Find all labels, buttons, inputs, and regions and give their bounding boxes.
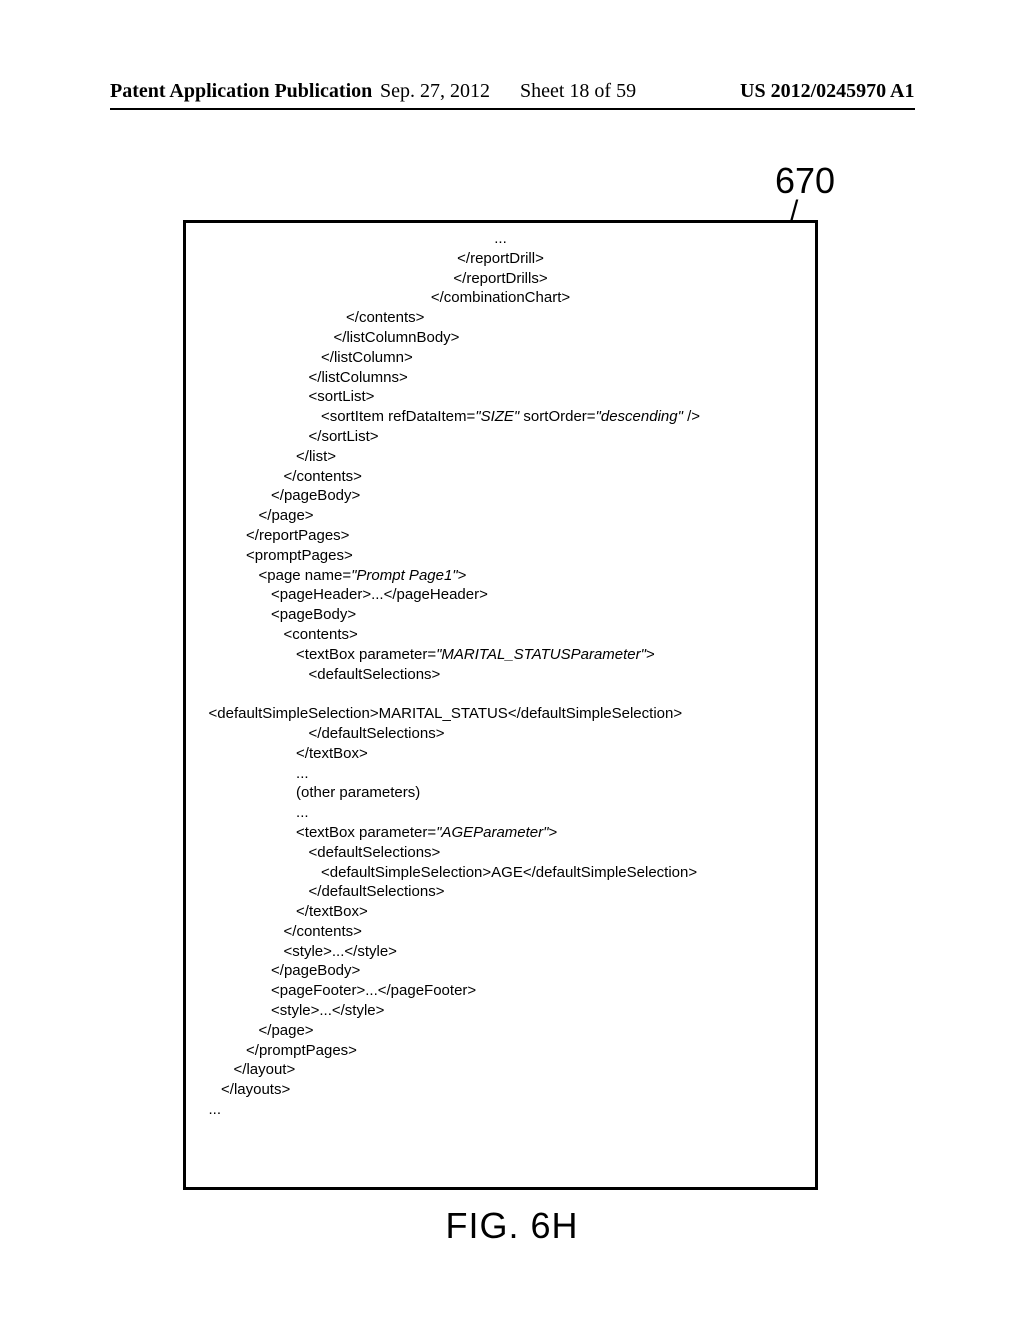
code-line: <defaultSimpleSelection>AGE</defaultSimp…: [321, 864, 697, 881]
header-date: Sep. 27, 2012: [380, 80, 490, 103]
code-line: </pageBody>: [271, 487, 360, 504]
code-line: <page name=: [259, 567, 352, 584]
code-line: <pageFooter>...</pageFooter>: [271, 982, 476, 999]
code-line: >: [646, 646, 655, 663]
code-line: </listColumns>: [309, 369, 408, 386]
code-line: </sortList>: [309, 428, 379, 445]
code-line: </layouts>: [221, 1081, 290, 1098]
code-line: />: [683, 408, 700, 425]
code-line: <pageBody>: [271, 606, 356, 623]
code-listing-box: ...</reportDrill></reportDrills></combin…: [183, 220, 818, 1190]
code-line: </page>: [259, 507, 314, 524]
code-line: </combinationChart>: [196, 288, 805, 308]
code-line: sortOrder=: [519, 408, 595, 425]
header-title: Patent Application Publication: [110, 80, 372, 103]
code-line: </layout>: [234, 1061, 296, 1078]
code-line: <textBox parameter=: [296, 646, 436, 663]
code-line: <defaultSimpleSelection>MARITAL_STATUS</…: [209, 705, 683, 722]
code-attr-value: "SIZE": [475, 408, 519, 425]
code-line: </reportDrills>: [196, 269, 805, 289]
code-line: </contents>: [284, 923, 362, 940]
code-line: ...: [209, 1101, 222, 1118]
code-attr-value: "Prompt Page1": [351, 567, 458, 584]
code-line: </textBox>: [296, 745, 368, 762]
code-line: </promptPages>: [246, 1042, 357, 1059]
code-line: (other parameters): [296, 784, 420, 801]
code-line: >: [548, 824, 557, 841]
code-line: <contents>: [284, 626, 358, 643]
code-line: </listColumn>: [321, 349, 413, 366]
code-line: <pageHeader>...</pageHeader>: [271, 586, 488, 603]
code-line: <defaultSelections>: [309, 666, 441, 683]
code-line: </pageBody>: [271, 962, 360, 979]
code-line: <sortItem refDataItem=: [321, 408, 475, 425]
code-line: ...: [196, 229, 805, 249]
code-line: </reportPages>: [246, 527, 349, 544]
code-line: </listColumnBody>: [334, 329, 460, 346]
code-line: <style>...</style>: [284, 943, 397, 960]
code-line: </contents>: [284, 468, 362, 485]
code-line: </defaultSelections>: [309, 883, 445, 900]
code-line: </list>: [296, 448, 336, 465]
figure-caption: FIG. 6H: [0, 1205, 1024, 1247]
code-listing: ...</reportDrill></reportDrills></combin…: [196, 229, 805, 1120]
code-attr-value: "AGEParameter": [436, 824, 548, 841]
code-line: </reportDrill>: [196, 249, 805, 269]
code-line: ...: [296, 804, 309, 821]
code-line: </defaultSelections>: [309, 725, 445, 742]
header-sheet: Sheet 18 of 59: [520, 80, 636, 103]
page-root: Patent Application Publication Sep. 27, …: [0, 0, 1024, 1320]
code-line: <promptPages>: [246, 547, 353, 564]
code-attr-value: "descending": [596, 408, 683, 425]
code-attr-value: "MARITAL_STATUSParameter": [436, 646, 646, 663]
code-line: <textBox parameter=: [296, 824, 436, 841]
code-line: </textBox>: [296, 903, 368, 920]
code-line: >: [458, 567, 467, 584]
page-header: Patent Application Publication Sep. 27, …: [0, 80, 1024, 110]
code-line: </contents>: [346, 309, 424, 326]
header-publication-number: US 2012/0245970 A1: [740, 80, 914, 103]
code-line: <sortList>: [309, 388, 375, 405]
code-line: </page>: [259, 1022, 314, 1039]
code-line: <defaultSelections>: [309, 844, 441, 861]
code-line: ...: [296, 765, 309, 782]
header-rule: [110, 108, 915, 110]
figure-reference-number: 670: [775, 160, 835, 202]
code-line: <style>...</style>: [271, 1002, 384, 1019]
